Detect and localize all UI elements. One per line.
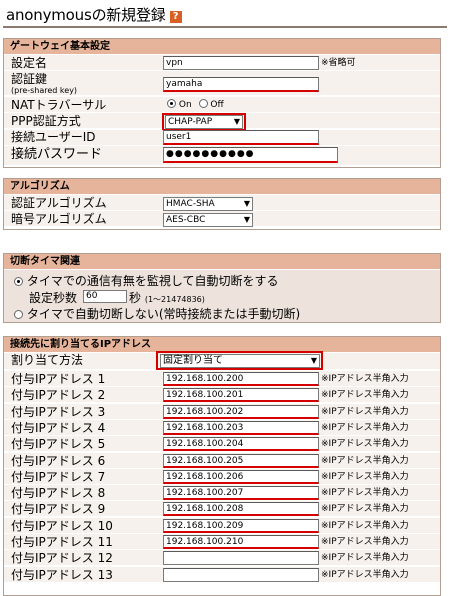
user-id-label: 接続ユーザーID [11, 130, 96, 144]
timer-seconds-range: (1〜21474836) [144, 295, 205, 304]
ip-address-input[interactable]: 192.168.100.208 [163, 502, 319, 517]
gateway-name-input[interactable]: vpn [163, 56, 319, 70]
ip-address-input[interactable]: 192.168.100.202 [163, 404, 319, 419]
ip-address-input[interactable]: 192.168.100.203 [163, 420, 319, 435]
auth-algorithm-select[interactable]: HMAC-SHA ▼ [163, 197, 253, 211]
ip-address-label: 付与IPアドレス 9 [11, 502, 106, 517]
ip-address-input[interactable]: 192.168.100.200 [163, 372, 319, 386]
nat-off-label: Off [210, 100, 224, 110]
ip-address-note: ※IPアドレス半角入力 [321, 455, 409, 466]
ip-address-label: 付与IPアドレス 12 [11, 551, 113, 566]
timer-seconds-label: 設定秒数 [29, 291, 78, 305]
ip-address-label: 付与IPアドレス 5 [11, 437, 106, 452]
ip-address-label: 付与IPアドレス 1 [11, 372, 106, 386]
ip-address-note: ※IPアドレス半角入力 [321, 537, 409, 547]
user-id-input[interactable]: user1 [163, 130, 319, 145]
gateway-name-label: 設定名 [11, 56, 48, 70]
page-title: anonymousの新規登録? [6, 4, 182, 25]
enc-algorithm-label: 暗号アルゴリズム [11, 212, 107, 226]
page-title-text: anonymousの新規登録 [6, 6, 166, 24]
nat-on-label: On [178, 100, 192, 110]
nat-traversal-radio-group: On Off [167, 99, 224, 110]
enc-algorithm-value: AES-CBC [166, 215, 206, 225]
nat-on-radio[interactable] [167, 99, 176, 108]
ip-address-note: ※IPアドレス半角入力 [321, 374, 409, 384]
algorithm-section-header: アルゴリズム [4, 179, 440, 194]
timer-monitor-label: タイマでの通信有無を監視して自動切断をする [26, 274, 279, 288]
ip-address-input[interactable]: 192.168.100.207 [163, 486, 319, 501]
ip-address-note: ※IPアドレス半角入力 [321, 390, 409, 401]
ip-address-input[interactable]: 192.168.100.205 [163, 453, 319, 468]
ip-address-note: ※IPアドレス半角入力 [321, 569, 409, 580]
gateway-name-note: ※省略可 [321, 58, 356, 68]
timer-no-disconnect-label: タイマで自動切断しない(常時接続または手動切断) [26, 307, 301, 321]
nat-off-radio[interactable] [198, 99, 208, 108]
ppp-auth-label: PPP認証方式 [11, 114, 81, 128]
title-divider [3, 26, 447, 28]
ip-address-label: 付与IPアドレス 4 [11, 420, 106, 435]
ip-address-label: 付与IPアドレス 10 [11, 518, 113, 533]
ppp-auth-select[interactable]: CHAP-PAP ▼ [165, 115, 243, 129]
ip-address-input[interactable]: 192.168.100.201 [163, 388, 319, 403]
chevron-down-icon: ▼ [243, 215, 250, 224]
timer-section-header: 切断タイマ関連 [4, 254, 440, 269]
timer-monitor-radio[interactable] [14, 277, 23, 286]
ip-address-input[interactable]: 192.168.100.206 [163, 469, 319, 484]
timer-seconds-unit-text: 秒 [129, 291, 142, 305]
ip-address-input[interactable]: 192.168.100.209 [163, 518, 319, 533]
ip-address-note: ※IPアドレス半角入力 [321, 488, 409, 499]
ip-address-label: 付与IPアドレス 2 [11, 388, 106, 403]
ip-address-input[interactable]: 192.168.100.210 [163, 535, 319, 549]
ip-address-label: 付与IPアドレス 6 [11, 453, 106, 468]
password-input[interactable]: ●●●●●●●●●● [163, 147, 338, 163]
ip-address-note: ※IPアドレス半角入力 [321, 439, 409, 450]
auth-algorithm-label: 認証アルゴリズム [11, 196, 107, 210]
ip-address-label: 付与IPアドレス 11 [11, 535, 113, 549]
timer-no-disconnect-radio[interactable] [14, 310, 23, 319]
ip-address-note: ※IPアドレス半角入力 [321, 553, 409, 564]
ip-address-note: ※IPアドレス半角入力 [321, 504, 409, 515]
ip-address-label: 付与IPアドレス 8 [11, 486, 106, 501]
ip-address-input[interactable] [163, 551, 319, 566]
help-icon[interactable]: ? [169, 11, 182, 23]
ip-address-label: 付与IPアドレス 3 [11, 404, 106, 419]
ip-address-note: ※IPアドレス半角入力 [321, 471, 409, 482]
ip-method-select[interactable]: 固定割り当て ▼ [160, 354, 320, 368]
timer-monitor-option: タイマでの通信有無を監視して自動切断をする [14, 272, 278, 289]
nat-traversal-label: NATトラバーサル [11, 98, 107, 112]
ip-address-label: 付与IPアドレス 7 [11, 469, 106, 484]
ip-address-input[interactable]: 192.168.100.204 [163, 437, 319, 452]
ip-address-input[interactable] [163, 567, 319, 582]
auth-algorithm-value: HMAC-SHA [166, 199, 215, 209]
enc-algorithm-select[interactable]: AES-CBC ▼ [163, 213, 253, 227]
timer-seconds-unit: 秒 (1〜21474836) [129, 289, 205, 306]
preshared-key-sublabel: (pre-shared key) [11, 86, 78, 95]
chevron-down-icon: ▼ [233, 117, 240, 126]
chevron-down-icon: ▼ [310, 356, 317, 365]
ppp-auth-value: CHAP-PAP [168, 117, 213, 127]
ip-address-label: 付与IPアドレス 13 [11, 567, 113, 582]
preshared-key-label: 認証鍵 [11, 72, 48, 86]
ip-address-note: ※IPアドレス半角入力 [321, 406, 409, 417]
ip-section-header: 接続先に割り当てるIPアドレス [4, 337, 440, 352]
chevron-down-icon: ▼ [243, 199, 250, 208]
ip-method-label: 割り当て方法 [11, 353, 84, 367]
gateway-section-header: ゲートウェイ基本設定 [4, 39, 440, 54]
ip-method-value: 固定割り当て [163, 355, 223, 366]
ip-address-note: ※IPアドレス半角入力 [321, 520, 409, 531]
preshared-key-input[interactable]: yamaha [163, 77, 319, 92]
timer-no-disconnect-option: タイマで自動切断しない(常時接続または手動切断) [14, 305, 300, 322]
timer-seconds-input[interactable]: 60 [83, 290, 127, 303]
password-label: 接続パスワード [11, 147, 103, 162]
ip-address-note: ※IPアドレス半角入力 [321, 422, 409, 433]
